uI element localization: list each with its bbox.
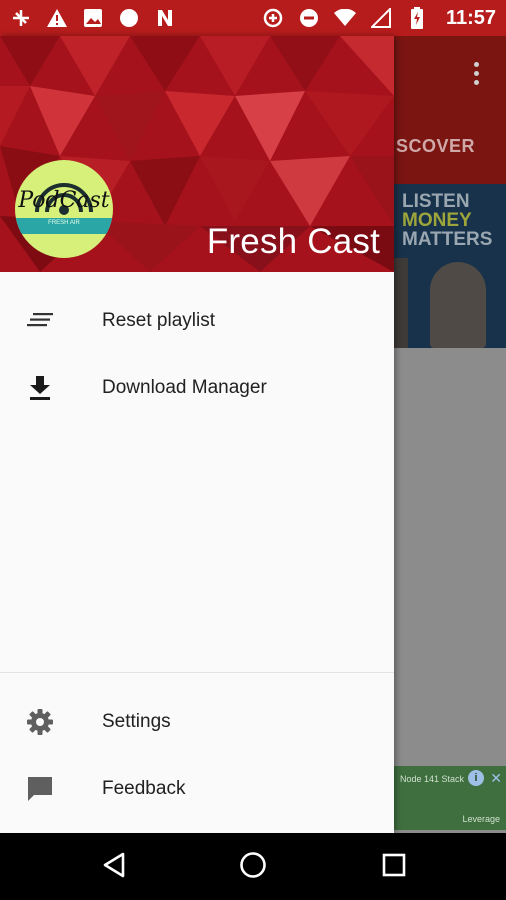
home-icon <box>239 851 267 884</box>
back-icon <box>102 852 126 883</box>
ad-close-icon: ✕ <box>490 770 502 786</box>
circle-icon <box>118 7 140 29</box>
logo-text: PodCast <box>18 188 110 213</box>
menu-label-feedback: Feedback <box>102 777 186 799</box>
ad-footer: Leverage <box>462 814 500 824</box>
menu-item-reset-playlist[interactable]: Reset playlist <box>0 287 394 354</box>
status-notifications <box>10 7 176 29</box>
warning-icon <box>46 7 68 29</box>
background-toolbar: SCOVER <box>394 36 506 184</box>
image-icon <box>82 7 104 29</box>
drawer-header: PodCast FRESH AIR Fresh Cast <box>0 36 394 272</box>
no-signal-icon <box>370 7 392 29</box>
ad-info-icon: i <box>468 770 484 786</box>
back-button[interactable] <box>96 849 132 885</box>
banner-line-1: LISTEN <box>402 191 470 212</box>
banner-title: LISTEN MONEY MATTERS <box>402 192 492 249</box>
status-bar: 11:57 <box>0 0 506 36</box>
banner-line-3: MATTERS <box>402 229 493 250</box>
menu-label-reset-playlist: Reset playlist <box>102 309 215 331</box>
background-app-scrim[interactable]: SCOVER LISTEN MONEY MATTERS Node 141 Sta… <box>394 36 506 833</box>
gear-icon <box>26 708 54 736</box>
banner-person-right <box>430 262 486 348</box>
banner-person-left <box>394 258 408 348</box>
system-navigation-bar <box>0 833 506 900</box>
wifi-icon <box>333 7 356 29</box>
menu-label-download-manager: Download Manager <box>102 376 267 398</box>
status-system: 11:57 <box>262 7 496 30</box>
drawer-menu: Reset playlist Download Manager <box>0 272 394 421</box>
background-podcast-banner: LISTEN MONEY MATTERS <box>394 184 506 348</box>
overflow-menu-icon <box>474 62 480 89</box>
podcast-logo: PodCast FRESH AIR <box>15 160 113 258</box>
background-ad-banner: Node 141 Stack i ✕ Leverage <box>394 766 506 830</box>
menu-label-settings: Settings <box>102 710 171 732</box>
home-button[interactable] <box>235 849 271 885</box>
drawer-menu-bottom: Settings Feedback <box>0 688 394 822</box>
navigation-drawer: PodCast FRESH AIR Fresh Cast Reset playl… <box>0 36 394 833</box>
banner-line-2: MONEY <box>402 210 472 231</box>
tab-discover: SCOVER <box>396 136 476 156</box>
menu-divider <box>0 672 394 673</box>
download-icon <box>26 374 54 402</box>
status-time: 11:57 <box>445 6 496 29</box>
feedback-icon <box>26 775 54 803</box>
n-icon <box>154 7 176 29</box>
menu-item-download-manager[interactable]: Download Manager <box>0 354 394 421</box>
app-title: Fresh Cast <box>206 222 380 261</box>
recents-icon <box>382 853 406 882</box>
logo-subtext: FRESH AIR <box>48 220 80 226</box>
do-not-disturb-icon <box>298 7 320 29</box>
recents-button[interactable] <box>376 849 412 885</box>
tools-icon <box>10 7 32 29</box>
data-saver-icon <box>262 7 284 29</box>
menu-item-settings[interactable]: Settings <box>0 688 394 755</box>
ad-text: Node 141 Stack <box>400 774 465 784</box>
battery-charging-icon <box>406 7 428 29</box>
menu-item-feedback[interactable]: Feedback <box>0 755 394 822</box>
playlist-icon <box>26 307 54 335</box>
